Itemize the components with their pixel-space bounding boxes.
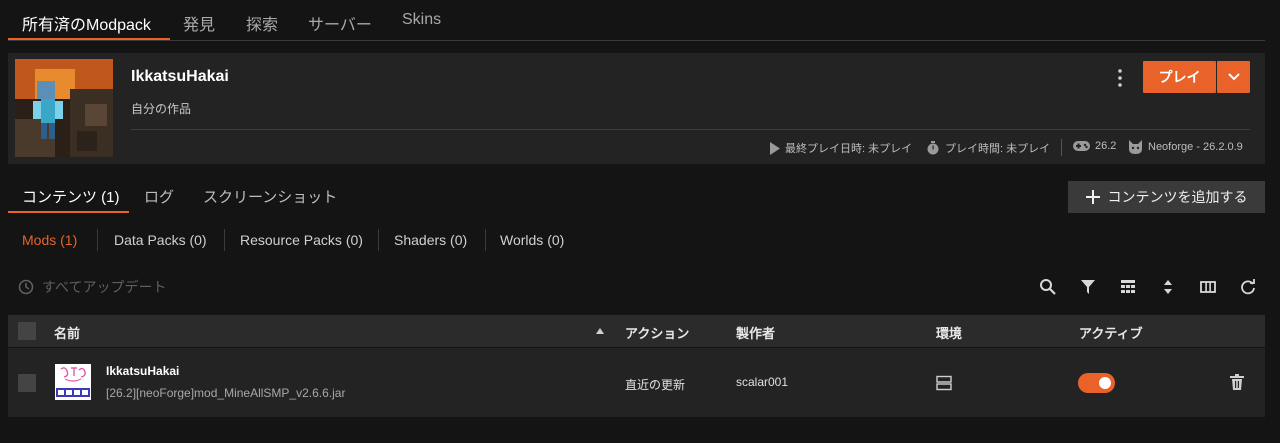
tab-owned-modpacks[interactable]: 所有済のModpack: [22, 11, 151, 35]
mod-action[interactable]: 直近の更新: [625, 376, 685, 393]
filter-worlds[interactable]: Worlds (0): [500, 232, 564, 248]
last-played-text: 最終プレイ日時: 未プレイ: [785, 143, 913, 155]
add-content-label: コンテンツを追加する: [1107, 189, 1248, 205]
mod-name[interactable]: IkkatsuHakai: [106, 364, 179, 378]
tab-skins[interactable]: Skins: [402, 11, 441, 29]
top-nav: 所有済のModpack 発見 探索 サーバー Skins: [0, 0, 1280, 41]
trash-icon[interactable]: [1230, 374, 1244, 390]
more-options-icon[interactable]: [1111, 66, 1129, 90]
filter-data-packs[interactable]: Data Packs (0): [114, 232, 207, 248]
sort-asc-icon[interactable]: [596, 328, 604, 334]
filter-separator: [224, 229, 225, 251]
tab-contents[interactable]: コンテンツ (1): [22, 186, 120, 207]
content-tab-indicator: [8, 211, 129, 213]
filter-icon[interactable]: [1079, 278, 1097, 296]
play-triangle-icon: [770, 141, 780, 155]
environment-server-icon: [936, 375, 952, 391]
mod-file: [26.2][neoForge]mod_MineAllSMP_v2.6.6.ja…: [106, 386, 346, 400]
meta-separator: [1061, 139, 1062, 156]
filter-separator: [97, 229, 98, 251]
chevron-down-icon: [1227, 73, 1240, 81]
sort-icon[interactable]: [1159, 278, 1177, 296]
table-header: 名前 アクション 製作者 環境 アクティブ: [8, 315, 1265, 347]
tab-screenshots[interactable]: スクリーンショット: [203, 186, 337, 207]
nav-divider: [8, 40, 1265, 41]
column-env[interactable]: 環境: [936, 323, 962, 342]
game-version: 26.2: [1073, 140, 1116, 152]
update-clock-icon: [18, 279, 34, 295]
filter-resource-packs[interactable]: Resource Packs (0): [240, 232, 363, 248]
table-row: IkkatsuHakai [26.2][neoForge]mod_MineAll…: [8, 348, 1265, 417]
last-played: 最終プレイ日時: 未プレイ: [769, 140, 912, 156]
toggle-knob: [1099, 377, 1111, 389]
card-divider: [131, 129, 1250, 130]
mod-icon: [55, 364, 91, 400]
loader-text: Neoforge - 26.2.0.9: [1148, 141, 1243, 153]
tab-log[interactable]: ログ: [144, 186, 174, 207]
tab-explore[interactable]: 探索: [246, 11, 278, 35]
gamepad-icon: [1073, 141, 1090, 151]
add-content-button[interactable]: コンテンツを追加する: [1068, 181, 1265, 213]
profile-subtitle: 自分の作品: [131, 102, 192, 116]
select-all-checkbox[interactable]: [18, 322, 36, 340]
row-checkbox[interactable]: [18, 374, 36, 392]
density-icon[interactable]: [1119, 278, 1137, 296]
play-button[interactable]: プレイ: [1143, 61, 1216, 93]
stopwatch-icon: [927, 141, 939, 155]
play-time: プレイ時間: 未プレイ: [926, 140, 1050, 156]
column-action[interactable]: アクション: [625, 323, 689, 342]
game-version-text: 26.2: [1095, 140, 1117, 152]
search-icon[interactable]: [1039, 278, 1057, 296]
play-time-text: プレイ時間: 未プレイ: [945, 143, 1051, 155]
column-author[interactable]: 製作者: [736, 323, 775, 342]
active-toggle[interactable]: [1078, 373, 1115, 393]
refresh-icon[interactable]: [1239, 278, 1257, 296]
column-active[interactable]: アクティブ: [1079, 323, 1143, 342]
filter-separator: [378, 229, 379, 251]
tab-servers[interactable]: サーバー: [308, 11, 372, 35]
play-dropdown-button[interactable]: [1217, 61, 1250, 93]
filter-shaders[interactable]: Shaders (0): [394, 232, 467, 248]
tab-discover[interactable]: 発見: [183, 11, 215, 35]
update-all-button[interactable]: すべてアップデート: [18, 277, 166, 297]
plus-icon: [1085, 190, 1100, 204]
mod-author: scalar001: [736, 375, 789, 389]
update-all-label: すべてアップデート: [42, 279, 167, 295]
column-name[interactable]: 名前: [54, 323, 80, 342]
profile-thumbnail: [15, 59, 113, 157]
filter-separator: [485, 229, 486, 251]
columns-icon[interactable]: [1199, 278, 1217, 296]
profile-name: IkkatsuHakai: [131, 68, 229, 85]
filter-mods[interactable]: Mods (1): [22, 232, 77, 248]
loader-info: Neoforge - 26.2.0.9: [1128, 140, 1243, 154]
loader-cat-icon: [1129, 140, 1142, 154]
